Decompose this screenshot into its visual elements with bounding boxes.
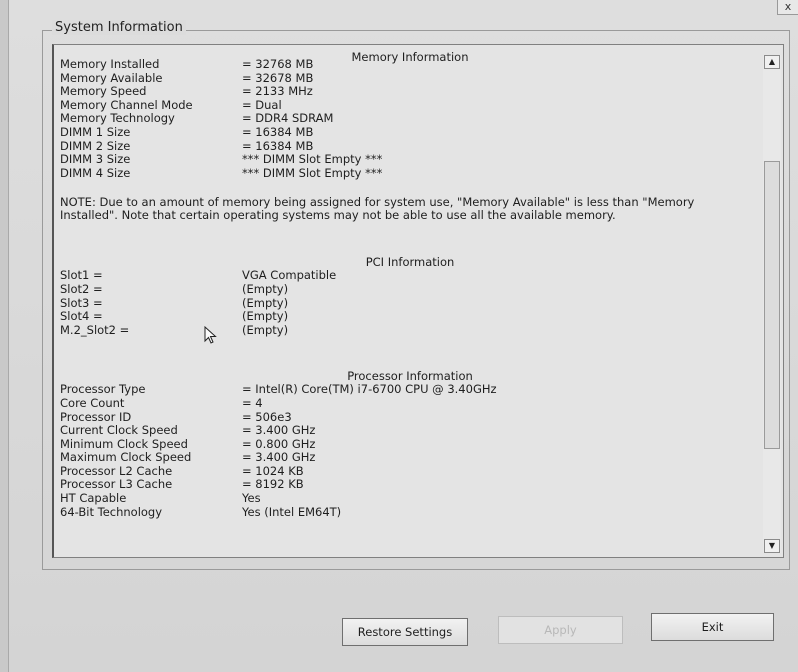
row-value: = 16384 MB <box>242 138 314 153</box>
row-value: Yes <box>242 491 261 506</box>
row-key: Processor Type <box>60 382 146 397</box>
info-panel[interactable]: Memory Information Memory Installed = 327… <box>52 44 784 558</box>
row-key: Slot1 = <box>60 268 103 283</box>
pci-section-title: PCI Information <box>365 255 455 270</box>
processor-row: Maximum Clock Speed = 3.400 GHz <box>60 451 760 465</box>
row-value: = 3.400 GHz <box>242 423 316 438</box>
row-key: Memory Available <box>60 70 163 85</box>
processor-row: Processor L3 Cache = 8192 KB <box>60 478 760 492</box>
row-value: VGA Compatible <box>242 268 337 283</box>
row-value: = 4 <box>242 395 263 410</box>
row-value: (Empty) <box>242 309 289 324</box>
processor-row: Processor L2 Cache = 1024 KB <box>60 463 760 479</box>
scroll-thumb[interactable] <box>764 161 780 449</box>
row-key: Maximum Clock Speed <box>60 450 192 465</box>
memory-row: DIMM 3 Size *** DIMM Slot Empty *** <box>60 153 760 167</box>
row-key: Slot2 = <box>60 281 103 296</box>
row-value: (Empty) <box>242 295 289 310</box>
processor-row: Core Count = 4 <box>60 395 760 411</box>
row-key: Memory Speed <box>60 84 147 99</box>
memory-rows: Memory Installed = 32768 MB Memory Availa… <box>60 57 760 181</box>
close-button[interactable]: x <box>777 0 798 15</box>
row-value: = 16384 MB <box>242 124 314 139</box>
row-key: DIMM 3 Size <box>60 152 131 167</box>
memory-row: Memory Speed = 2133 MHz <box>60 85 760 99</box>
row-key: HT Capable <box>60 491 127 506</box>
processor-row: HT Capable Yes <box>60 491 760 506</box>
row-key: Memory Channel Mode <box>60 97 193 112</box>
pci-row: Slot4 = (Empty) <box>60 310 760 324</box>
row-value: (Empty) <box>242 322 289 337</box>
row-key: Processor L2 Cache <box>60 463 173 478</box>
memory-row: Memory Available = 32678 MB <box>60 70 760 86</box>
vertical-scrollbar[interactable]: ▲ ▼ <box>763 55 781 553</box>
apply-button[interactable]: Apply <box>498 616 623 644</box>
chevron-down-icon[interactable]: ▼ <box>764 539 780 553</box>
row-key: Memory Technology <box>60 111 175 126</box>
processor-row: Processor ID = 506e3 <box>60 409 760 425</box>
pci-row: M.2_Slot2 = (Empty) <box>60 322 760 338</box>
bios-window: x System Information Memory Information … <box>0 0 798 672</box>
restore-settings-button[interactable]: Restore Settings <box>342 618 468 646</box>
row-value: = 8192 KB <box>242 477 304 492</box>
row-value: = 3.400 GHz <box>242 450 316 465</box>
memory-row: Memory Technology = DDR4 SDRAM <box>60 112 760 126</box>
window-left-edge <box>0 0 9 672</box>
row-value: = 506e3 <box>242 409 292 424</box>
row-key: Core Count <box>60 395 125 410</box>
row-key: Slot4 = <box>60 309 103 324</box>
row-value: = DDR4 SDRAM <box>242 111 334 126</box>
row-value: = 32678 MB <box>242 70 314 85</box>
row-value: *** DIMM Slot Empty *** <box>242 165 383 180</box>
row-key: 64-Bit Technology <box>60 504 163 519</box>
processor-row: Processor Type = Intel(R) Core(TM) i7-670… <box>60 383 760 397</box>
exit-button[interactable]: Exit <box>651 613 774 641</box>
row-key: Minimum Clock Speed <box>60 436 188 451</box>
pci-rows: Slot1 = VGA Compatible Slot2 = (Empty) Slo… <box>60 269 760 337</box>
processor-row: Current Clock Speed = 3.400 GHz <box>60 423 760 438</box>
mouse-pointer-icon <box>204 326 217 344</box>
pci-row: Slot1 = VGA Compatible <box>60 269 760 283</box>
row-key: Processor ID <box>60 409 132 424</box>
row-value: = 0.800 GHz <box>242 436 316 451</box>
memory-row: Memory Channel Mode = Dual <box>60 97 760 113</box>
info-content: Memory Information Memory Installed = 327… <box>60 51 760 519</box>
row-value: Yes (Intel EM64T) <box>242 504 342 519</box>
row-key: Memory Installed <box>60 57 160 71</box>
pci-row: Slot3 = (Empty) <box>60 295 760 311</box>
pci-row: Slot2 = (Empty) <box>60 281 760 297</box>
row-key: Slot3 = <box>60 295 103 310</box>
row-key: DIMM 1 Size <box>60 124 131 139</box>
row-value: = 1024 KB <box>242 463 304 478</box>
row-value: = Intel(R) Core(TM) i7-6700 CPU @ 3.40GH… <box>242 382 497 397</box>
memory-row: DIMM 1 Size = 16384 MB <box>60 124 760 140</box>
row-value: = 2133 MHz <box>242 84 313 99</box>
chevron-up-icon[interactable]: ▲ <box>764 55 780 69</box>
row-value: = 32768 MB <box>242 57 314 71</box>
memory-row: Memory Installed = 32768 MB <box>60 57 760 72</box>
row-key: Current Clock Speed <box>60 423 178 438</box>
processor-row: 64-Bit Technology Yes (Intel EM64T) <box>60 504 760 520</box>
row-key: M.2_Slot2 = <box>60 322 130 337</box>
processor-rows: Processor Type = Intel(R) Core(TM) i7-670… <box>60 383 760 519</box>
memory-note: NOTE: Due to an amount of memory being a… <box>60 195 695 223</box>
row-key: DIMM 2 Size <box>60 138 131 153</box>
row-value: (Empty) <box>242 281 289 296</box>
memory-row: DIMM 2 Size = 16384 MB <box>60 138 760 154</box>
row-value: = Dual <box>242 97 282 112</box>
row-value: *** DIMM Slot Empty *** <box>242 152 383 167</box>
memory-row: DIMM 4 Size *** DIMM Slot Empty *** <box>60 165 760 181</box>
group-title: System Information <box>52 20 186 35</box>
row-key: Processor L3 Cache <box>60 477 173 492</box>
row-key: DIMM 4 Size <box>60 165 131 180</box>
processor-row: Minimum Clock Speed = 0.800 GHz <box>60 436 760 452</box>
